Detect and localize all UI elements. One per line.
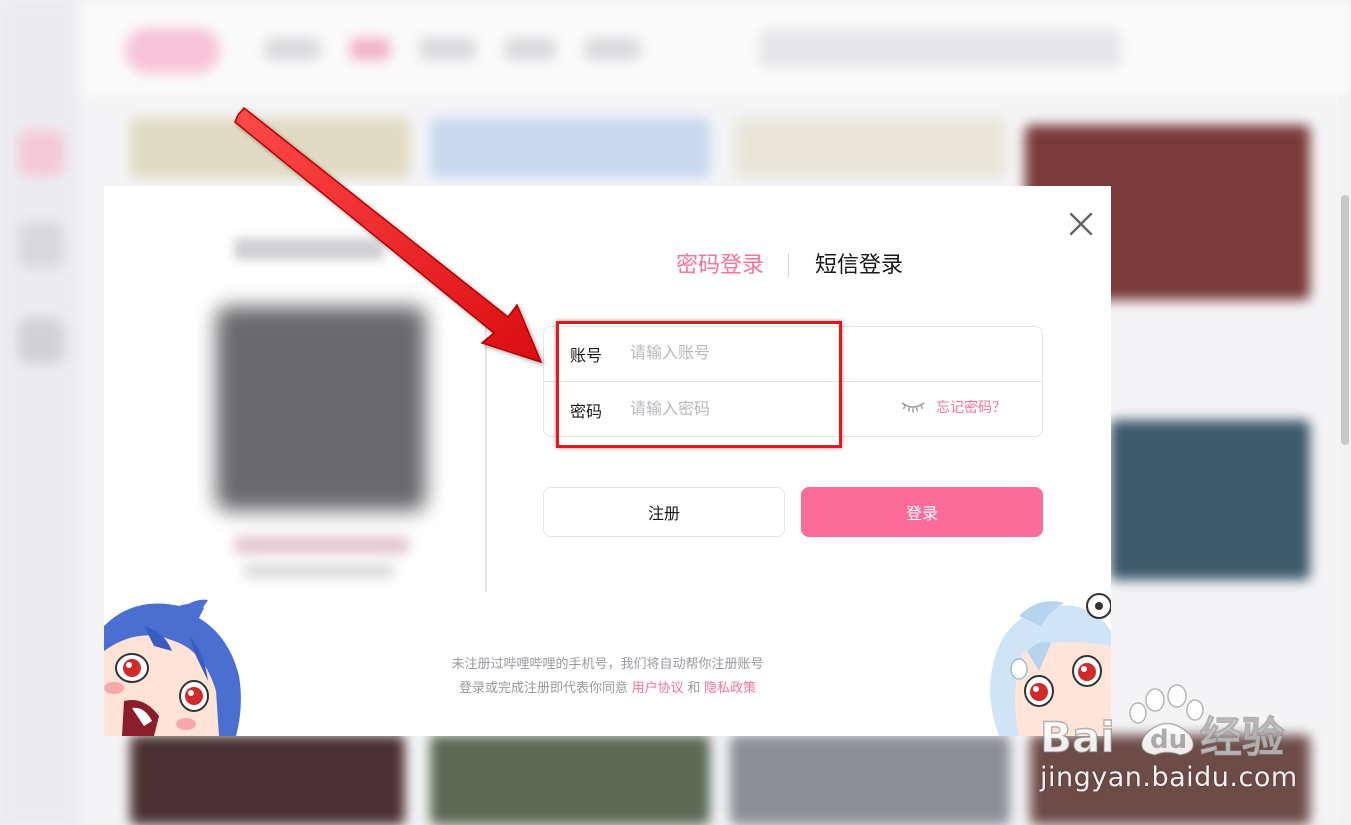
- terms-and: 和: [687, 680, 701, 695]
- bg-banner: [735, 118, 1005, 178]
- terms-line-1: 未注册过哔哩哔哩的手机号，我们将自动帮你注册账号: [451, 656, 764, 671]
- bg-side-icon: [18, 222, 64, 268]
- close-icon[interactable]: [1067, 210, 1095, 238]
- svg-text:Bai: Bai: [1040, 713, 1115, 762]
- mascot-left-illustration: [104, 599, 241, 736]
- bg-video-card: [730, 735, 1010, 825]
- bg-video-card: [130, 735, 405, 825]
- bg-banner: [430, 118, 710, 178]
- terms-prefix: 登录或完成注册即代表你同意: [459, 680, 629, 695]
- terms-line-2: 登录或完成注册即代表你同意 用户协议 和 隐私政策: [104, 676, 1111, 700]
- forgot-password-link[interactable]: 忘记密码？: [936, 397, 1006, 417]
- tab-sms-login[interactable]: 短信登录: [815, 250, 903, 280]
- qr-login-panel: [104, 186, 486, 596]
- qr-hint-blurred: [234, 536, 409, 554]
- login-tabs: 密码登录 短信登录: [676, 250, 903, 280]
- register-button[interactable]: 注册: [543, 487, 785, 537]
- bg-nav-item: [585, 38, 640, 60]
- bg-nav-item: [420, 38, 475, 60]
- user-agreement-link[interactable]: 用户协议: [632, 680, 684, 695]
- bg-side-icon: [18, 130, 64, 176]
- eye-closed-icon[interactable]: [901, 400, 925, 414]
- bg-logo: [125, 28, 220, 73]
- svg-text:du: du: [1150, 725, 1187, 755]
- bg-video-card: [430, 735, 710, 825]
- tab-password-login[interactable]: 密码登录: [676, 250, 764, 280]
- bg-nav-item: [505, 38, 555, 60]
- qr-title-blurred: [234, 238, 384, 260]
- login-button[interactable]: 登录: [801, 487, 1043, 537]
- page-scrollbar[interactable]: [1339, 95, 1351, 825]
- tab-separator: [788, 253, 790, 277]
- bg-side-icon: [18, 318, 64, 364]
- scrollbar-thumb[interactable]: [1341, 195, 1349, 445]
- qr-code: [216, 306, 426, 511]
- bg-search: [760, 30, 1120, 68]
- bg-left-sidebar: [0, 0, 80, 825]
- svg-text:经验: 经验: [1200, 713, 1284, 762]
- watermark-domain: jingyan.baidu.com: [1040, 762, 1298, 793]
- divider: [485, 326, 487, 592]
- bg-nav-item: [350, 38, 390, 60]
- terms-note: 未注册过哔哩哔哩的手机号，我们将自动帮你注册账号 登录或完成注册即代表你同意 用…: [104, 652, 1111, 700]
- bg-video-card: [1110, 420, 1310, 580]
- bg-nav-item: [265, 38, 320, 60]
- login-modal: 密码登录 短信登录 账号 密码 忘记密码？ 注册 登录 未注册过哔哩哔哩的手机号…: [104, 186, 1111, 736]
- bg-banner: [130, 118, 410, 178]
- highlight-box: [556, 321, 842, 448]
- privacy-policy-link[interactable]: 隐私政策: [704, 680, 756, 695]
- qr-hint-blurred: [244, 564, 394, 578]
